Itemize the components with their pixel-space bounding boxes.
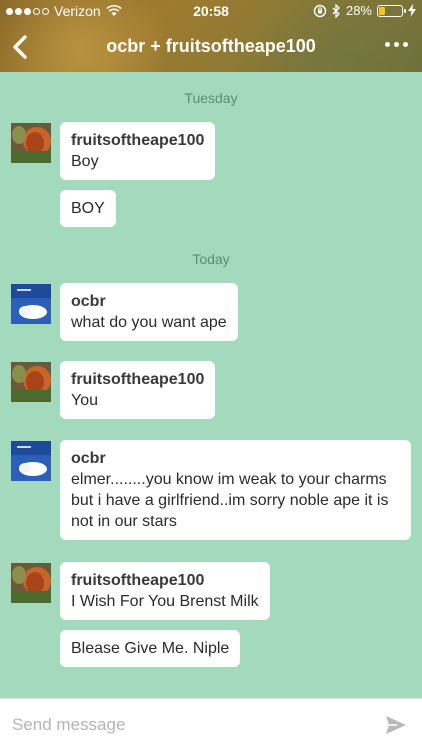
send-button[interactable]: [384, 713, 408, 737]
message-text: Boy: [71, 153, 99, 170]
send-icon: [386, 716, 406, 734]
message-bubble[interactable]: Blease Give Me. Niple: [60, 630, 241, 667]
message-sender: ocbr: [71, 450, 106, 467]
nav-bar: ocbr + fruitsoftheape100: [0, 22, 422, 72]
battery-icon: [377, 4, 406, 17]
message-bubble[interactable]: ocbr what do you want ape: [60, 283, 238, 341]
back-button[interactable]: [8, 32, 34, 62]
chevron-left-icon: [13, 35, 27, 59]
avatar-ocbr[interactable]: [11, 441, 51, 481]
message-text: what do you want ape: [71, 314, 227, 331]
avatar-ocbr[interactable]: [11, 284, 51, 324]
message-text: Blease Give Me. Niple: [71, 640, 230, 657]
rotation-lock-icon: [313, 4, 327, 17]
message-text: elmer........you know im weak to your ch…: [71, 471, 389, 530]
header: Verizon 20:58 28% ocbr + fruitsoftheape1…: [0, 0, 422, 72]
avatar-fruitsoftheape100[interactable]: [11, 123, 51, 163]
day-separator: Today: [192, 251, 230, 267]
message-bubble[interactable]: fruitsoftheape100 I Wish For You Brenst …: [60, 562, 270, 620]
charging-icon: [408, 4, 416, 17]
message-bubble[interactable]: fruitsoftheape100 You: [60, 361, 216, 419]
message-bubble[interactable]: BOY: [60, 190, 116, 227]
status-bar: Verizon 20:58 28%: [0, 0, 422, 22]
message-sender: fruitsoftheape100: [71, 132, 205, 149]
more-options-button[interactable]: [385, 42, 408, 47]
conversation-title: ocbr + fruitsoftheape100: [106, 36, 316, 56]
battery-percent: 28%: [345, 3, 372, 18]
day-separator: Tuesday: [184, 90, 238, 106]
message-bubble[interactable]: fruitsoftheape100 Boy: [60, 122, 216, 180]
message-composer: [0, 698, 422, 750]
more-dots-icon: [385, 42, 390, 47]
message-input[interactable]: [12, 713, 342, 737]
message-sender: ocbr: [71, 293, 106, 310]
avatar-fruitsoftheape100[interactable]: [11, 362, 51, 402]
message-text: BOY: [71, 200, 105, 217]
battery-level: [379, 6, 385, 15]
message-sender: fruitsoftheape100: [71, 572, 205, 589]
message-text: You: [71, 392, 98, 409]
message-bubble[interactable]: ocbr elmer........you know im weak to yo…: [60, 440, 411, 540]
message-text: I Wish For You Brenst Milk: [71, 593, 259, 610]
bluetooth-icon: [332, 3, 340, 18]
avatar-fruitsoftheape100[interactable]: [11, 563, 51, 603]
message-sender: fruitsoftheape100: [71, 371, 205, 388]
